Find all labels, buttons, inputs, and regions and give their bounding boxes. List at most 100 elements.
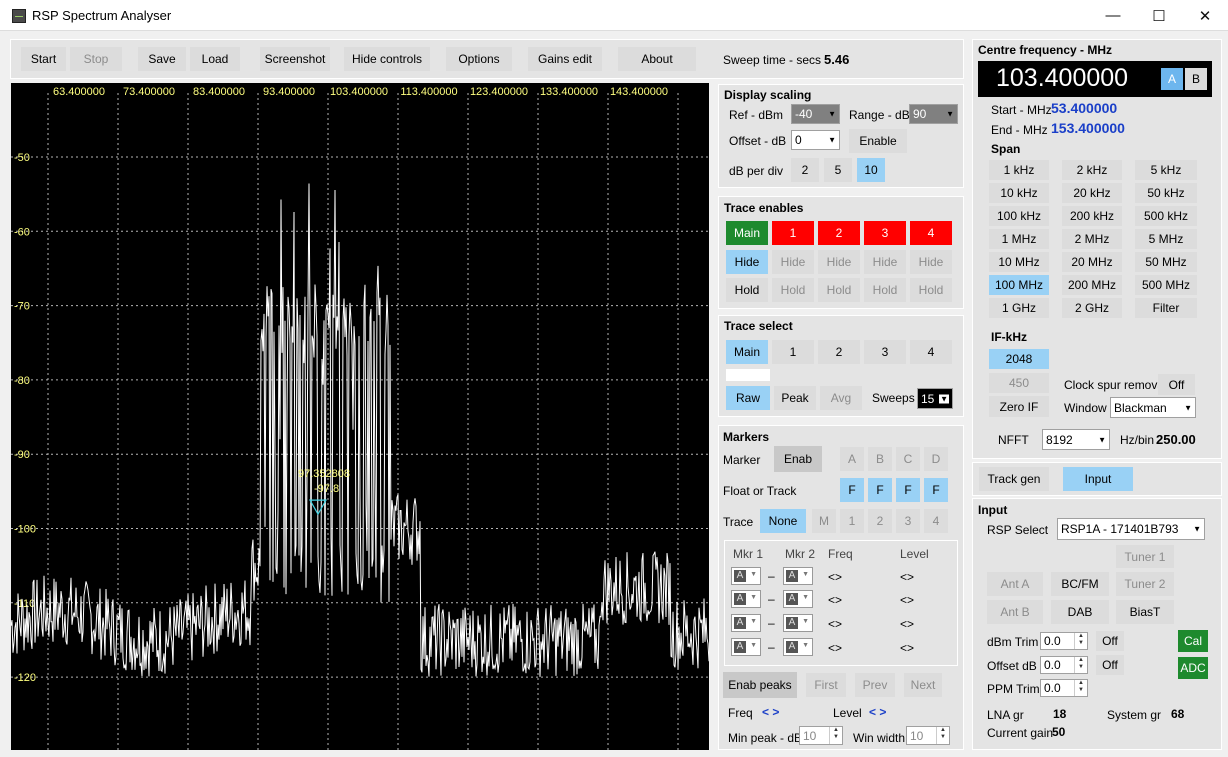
marker-trace-none[interactable]: None: [760, 509, 806, 533]
span-filter-button[interactable]: Filter: [1135, 298, 1197, 318]
span-100-mhz-button[interactable]: 100 MHz: [989, 275, 1049, 295]
input-mode-button[interactable]: Input: [1063, 467, 1133, 491]
trace-enable-3[interactable]: 3: [864, 221, 906, 245]
peak-freq-arrows[interactable]: < >: [762, 705, 779, 719]
span-500-mhz-button[interactable]: 500 MHz: [1135, 275, 1197, 295]
start-value[interactable]: 53.400000: [1051, 100, 1117, 116]
bcfm-button[interactable]: BC/FM: [1051, 572, 1109, 596]
trace-enable-main[interactable]: Main: [726, 221, 768, 245]
span-100-khz-button[interactable]: 100 kHz: [989, 206, 1049, 226]
marker-trace-3[interactable]: 3: [896, 509, 920, 533]
trace-select-4[interactable]: 4: [910, 340, 952, 364]
close-button[interactable]: ✕: [1182, 0, 1228, 31]
marker-enab-button[interactable]: Enab: [774, 446, 822, 472]
span-5-khz-button[interactable]: 5 kHz: [1135, 160, 1197, 180]
vfo-a-button[interactable]: A: [1161, 68, 1183, 90]
clock-spur-button[interactable]: Off: [1158, 374, 1195, 395]
adc-button[interactable]: ADC: [1178, 657, 1208, 679]
start-button[interactable]: Start: [21, 47, 66, 71]
win-width-spinner[interactable]: 10 ▲ ▼: [906, 726, 950, 745]
hold-1-button[interactable]: Hold: [772, 278, 814, 302]
ppm-trim-spinner[interactable]: 0.0 ▲ ▼: [1040, 679, 1088, 697]
span-1-ghz-button[interactable]: 1 GHz: [989, 298, 1049, 318]
marker-trace-2[interactable]: 2: [868, 509, 892, 533]
zero-if-button[interactable]: Zero IF: [989, 396, 1049, 417]
about-button[interactable]: About: [618, 47, 696, 71]
options-button[interactable]: Options: [446, 47, 512, 71]
mkr1-select-row1[interactable]: A ▼: [731, 567, 761, 585]
span-50-khz-button[interactable]: 50 kHz: [1135, 183, 1197, 203]
peak-level-arrows[interactable]: < >: [869, 705, 886, 719]
span-200-khz-button[interactable]: 200 kHz: [1062, 206, 1122, 226]
span-20-khz-button[interactable]: 20 kHz: [1062, 183, 1122, 203]
span-50-mhz-button[interactable]: 50 MHz: [1135, 252, 1197, 272]
dbdiv-10-button[interactable]: 10: [857, 158, 885, 182]
cal-button[interactable]: Cal: [1178, 630, 1208, 652]
hide-3-button[interactable]: Hide: [864, 250, 906, 274]
marker-trace-4[interactable]: 4: [924, 509, 948, 533]
trace-select-3[interactable]: 3: [864, 340, 906, 364]
dbm-trim-off-button[interactable]: Off: [1096, 631, 1124, 651]
float-b-button[interactable]: F: [868, 478, 892, 502]
load-button[interactable]: Load: [190, 47, 240, 71]
sweeps-select[interactable]: 15 ▼: [917, 388, 953, 409]
biast-button[interactable]: BiasT: [1116, 600, 1174, 624]
span-5-mhz-button[interactable]: 5 MHz: [1135, 229, 1197, 249]
spectrum-plot[interactable]: -50 -60 -70 -80 -90 -100 -110 -120 63.400000 73.4…: [11, 83, 709, 750]
if-2048-button[interactable]: 2048: [989, 349, 1049, 369]
next-peak-button[interactable]: Next: [904, 673, 942, 697]
offset-off-button[interactable]: Off: [1096, 655, 1124, 675]
prev-peak-button[interactable]: Prev: [855, 673, 895, 697]
span-2-khz-button[interactable]: 2 kHz: [1062, 160, 1122, 180]
ref-select[interactable]: -40 ▼: [791, 104, 840, 124]
hide-2-button[interactable]: Hide: [818, 250, 860, 274]
span-1-mhz-button[interactable]: 1 MHz: [989, 229, 1049, 249]
trace-select-1[interactable]: 1: [772, 340, 814, 364]
float-c-button[interactable]: F: [896, 478, 920, 502]
trace-select-2[interactable]: 2: [818, 340, 860, 364]
dab-button[interactable]: DAB: [1051, 600, 1109, 624]
offset-select[interactable]: 0 ▼: [791, 130, 840, 150]
dbdiv-2-button[interactable]: 2: [791, 158, 819, 182]
first-peak-button[interactable]: First: [806, 673, 846, 697]
marker-a-button[interactable]: A: [840, 447, 864, 471]
trace-enable-4[interactable]: 4: [910, 221, 952, 245]
save-button[interactable]: Save: [138, 47, 186, 71]
min-peak-spinner[interactable]: 10 ▲ ▼: [799, 726, 843, 745]
marker-trace-1[interactable]: 1: [840, 509, 864, 533]
hold-2-button[interactable]: Hold: [818, 278, 860, 302]
gains-edit-button[interactable]: Gains edit: [528, 47, 602, 71]
mkr1-select-row2[interactable]: A ▼: [731, 590, 761, 608]
offset-db-spinner[interactable]: 0.0 ▲ ▼: [1040, 656, 1088, 674]
screenshot-button[interactable]: Screenshot: [260, 47, 330, 71]
marker-d-button[interactable]: D: [924, 447, 948, 471]
span-10-mhz-button[interactable]: 10 MHz: [989, 252, 1049, 272]
mkr1-select-row3[interactable]: A ▼: [731, 614, 761, 632]
tuner1-button[interactable]: Tuner 1: [1116, 545, 1174, 568]
mkr2-select-row4[interactable]: A ▼: [783, 638, 813, 656]
hide-1-button[interactable]: Hide: [772, 250, 814, 274]
marker-trace-m[interactable]: M: [812, 509, 836, 533]
span-20-mhz-button[interactable]: 20 MHz: [1062, 252, 1122, 272]
ant-b-button[interactable]: Ant B: [987, 600, 1043, 624]
ant-a-button[interactable]: Ant A: [987, 572, 1043, 596]
float-a-button[interactable]: F: [840, 478, 864, 502]
stop-button[interactable]: Stop: [70, 47, 122, 71]
mkr2-select-row1[interactable]: A ▼: [783, 567, 813, 585]
enable-button[interactable]: Enable: [849, 129, 907, 153]
mkr2-select-row3[interactable]: A ▼: [783, 614, 813, 632]
raw-button[interactable]: Raw: [726, 386, 770, 410]
hold-main-button[interactable]: Hold: [726, 278, 768, 302]
marker-c-button[interactable]: C: [896, 447, 920, 471]
end-value[interactable]: 153.400000: [1051, 120, 1125, 136]
trace-colour-swatch[interactable]: [726, 369, 770, 381]
hide-4-button[interactable]: Hide: [910, 250, 952, 274]
enab-peaks-button[interactable]: Enab peaks: [723, 672, 797, 698]
span-2-mhz-button[interactable]: 2 MHz: [1062, 229, 1122, 249]
trace-enable-2[interactable]: 2: [818, 221, 860, 245]
mkr1-select-row4[interactable]: A ▼: [731, 638, 761, 656]
tuner2-button[interactable]: Tuner 2: [1116, 572, 1174, 596]
span-2-ghz-button[interactable]: 2 GHz: [1062, 298, 1122, 318]
trace-select-main[interactable]: Main: [726, 340, 768, 364]
span-1-khz-button[interactable]: 1 kHz: [989, 160, 1049, 180]
